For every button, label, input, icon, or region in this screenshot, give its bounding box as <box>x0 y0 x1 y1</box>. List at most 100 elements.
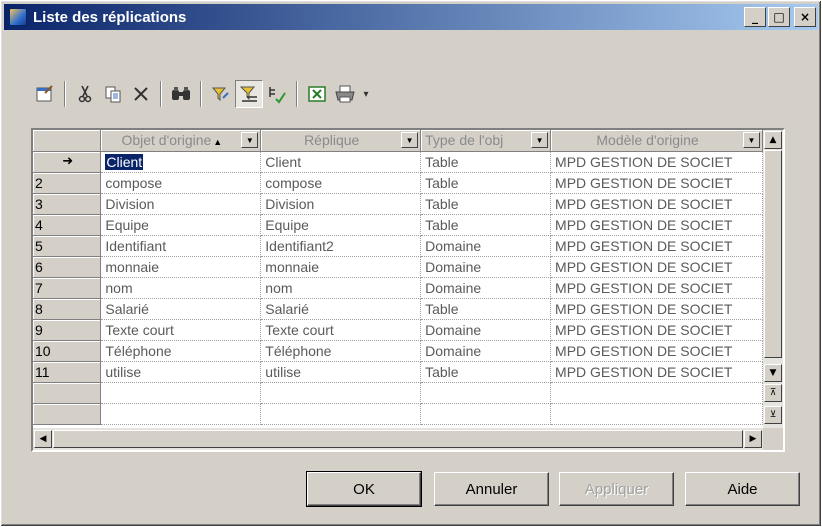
cell-type[interactable]: Table <box>420 193 552 215</box>
scroll-page-down-icon[interactable]: ⊻ <box>764 406 782 424</box>
cell-type[interactable]: Domaine <box>420 319 552 341</box>
horizontal-scroll-thumb[interactable] <box>53 430 743 448</box>
table-row[interactable]: 10 Téléphone Téléphone Domaine MPD GESTI… <box>33 340 763 362</box>
row-number[interactable]: 5 <box>33 235 102 257</box>
column-header-replique[interactable]: Réplique ▼ <box>260 130 422 152</box>
empty-cell[interactable] <box>550 382 763 404</box>
new-row[interactable] <box>33 403 763 425</box>
row-number[interactable] <box>33 403 102 425</box>
row-number[interactable]: 3 <box>33 193 102 215</box>
cancel-button[interactable]: Annuler <box>434 472 549 506</box>
find-icon[interactable] <box>167 80 195 108</box>
cell-objet-origine[interactable]: utilise <box>100 361 262 383</box>
cell-type[interactable]: Table <box>420 151 552 173</box>
row-number[interactable]: 2 <box>33 172 102 194</box>
delete-icon[interactable] <box>127 80 155 108</box>
row-number[interactable]: 8 <box>33 298 102 320</box>
cell-type[interactable]: Table <box>420 298 552 320</box>
row-number[interactable]: 4 <box>33 214 102 236</box>
new-row[interactable] <box>33 382 763 404</box>
cell-modele-origine[interactable]: MPD GESTION DE SOCIET <box>550 235 763 257</box>
cell-replique[interactable]: Equipe <box>260 214 422 236</box>
cell-type[interactable]: Table <box>420 214 552 236</box>
column-header-objet-origine[interactable]: Objet d'origine ▲ ▼ <box>100 130 262 152</box>
empty-cell[interactable] <box>420 382 552 404</box>
row-number[interactable]: 11 <box>33 361 102 383</box>
cell-replique[interactable]: Texte court <box>260 319 422 341</box>
cell-replique[interactable]: nom <box>260 277 422 299</box>
cut-icon[interactable] <box>71 80 99 108</box>
cell-objet-origine[interactable]: Equipe <box>100 214 262 236</box>
row-number[interactable]: 6 <box>33 256 102 278</box>
scroll-left-arrow-icon[interactable]: ◀ <box>34 430 52 448</box>
column-filter-dropdown-icon[interactable]: ▼ <box>241 132 259 148</box>
table-row[interactable]: 3 Division Division Table MPD GESTION DE… <box>33 193 763 215</box>
horizontal-scrollbar[interactable]: ◀ ▶ <box>33 428 763 450</box>
copy-icon[interactable] <box>99 80 127 108</box>
cell-objet-origine[interactable]: Texte court <box>100 319 262 341</box>
cell-replique[interactable]: Téléphone <box>260 340 422 362</box>
table-row[interactable]: 4 Equipe Equipe Table MPD GESTION DE SOC… <box>33 214 763 236</box>
current-row-arrow-icon[interactable]: ➜ <box>33 151 102 173</box>
column-filter-dropdown-icon[interactable]: ▼ <box>531 132 549 148</box>
table-row[interactable]: 8 Salarié Salarié Table MPD GESTION DE S… <box>33 298 763 320</box>
column-header-modele-origine[interactable]: Modèle d'origine ▼ <box>550 130 763 152</box>
cell-objet-origine[interactable]: compose <box>100 172 262 194</box>
cell-modele-origine[interactable]: MPD GESTION DE SOCIET <box>550 256 763 278</box>
row-number[interactable]: 9 <box>33 319 102 341</box>
vertical-scrollbar[interactable]: ▲ ▼ ⊼ ⊻ <box>763 130 783 428</box>
help-button[interactable]: Aide <box>685 472 800 506</box>
cell-modele-origine[interactable]: MPD GESTION DE SOCIET <box>550 214 763 236</box>
column-filter-dropdown-icon[interactable]: ▼ <box>743 132 760 148</box>
cell-replique[interactable]: monnaie <box>260 256 422 278</box>
table-row[interactable]: 6 monnaie monnaie Domaine MPD GESTION DE… <box>33 256 763 278</box>
scroll-up-arrow-icon[interactable]: ▲ <box>764 131 782 149</box>
minimize-button[interactable]: _ <box>744 7 766 27</box>
table-row[interactable]: 9 Texte court Texte court Domaine MPD GE… <box>33 319 763 341</box>
cell-modele-origine[interactable]: MPD GESTION DE SOCIET <box>550 277 763 299</box>
row-number[interactable]: 10 <box>33 340 102 362</box>
row-number[interactable]: 7 <box>33 277 102 299</box>
table-row[interactable]: 11 utilise utilise Table MPD GESTION DE … <box>33 361 763 383</box>
ok-button[interactable]: OK <box>306 471 422 507</box>
customize-columns-icon[interactable] <box>263 80 291 108</box>
cell-replique[interactable]: Division <box>260 193 422 215</box>
cell-modele-origine[interactable]: MPD GESTION DE SOCIET <box>550 319 763 341</box>
cell-replique[interactable]: utilise <box>260 361 422 383</box>
cell-modele-origine[interactable]: MPD GESTION DE SOCIET <box>550 151 763 173</box>
cell-replique[interactable]: Client <box>260 151 422 173</box>
scroll-down-arrow-icon[interactable]: ▼ <box>764 364 782 382</box>
vertical-scroll-thumb[interactable] <box>764 150 782 358</box>
excel-export-icon[interactable] <box>303 80 331 108</box>
cell-objet-origine[interactable]: nom <box>100 277 262 299</box>
column-header-type[interactable]: Type de l'obj ▼ <box>420 130 552 152</box>
cell-type[interactable]: Table <box>420 172 552 194</box>
column-filter-dropdown-icon[interactable]: ▼ <box>401 132 419 148</box>
cell-type[interactable]: Table <box>420 361 552 383</box>
title-bar[interactable]: Liste des réplications _ □ × <box>4 4 818 30</box>
table-row[interactable]: 2 compose compose Table MPD GESTION DE S… <box>33 172 763 194</box>
cell-type[interactable]: Domaine <box>420 340 552 362</box>
empty-cell[interactable] <box>260 382 422 404</box>
cell-type[interactable]: Domaine <box>420 277 552 299</box>
cell-objet-origine[interactable]: Client <box>100 151 262 173</box>
filter-icon[interactable] <box>207 80 235 108</box>
cell-type[interactable]: Domaine <box>420 256 552 278</box>
cell-replique[interactable]: Identifiant2 <box>260 235 422 257</box>
cell-objet-origine[interactable]: monnaie <box>100 256 262 278</box>
scroll-page-up-icon[interactable]: ⊼ <box>764 384 782 402</box>
cell-replique[interactable]: Salarié <box>260 298 422 320</box>
cell-objet-origine[interactable]: Division <box>100 193 262 215</box>
cell-value[interactable]: Client <box>105 153 144 170</box>
cell-modele-origine[interactable]: MPD GESTION DE SOCIET <box>550 361 763 383</box>
dropdown-arrow-icon[interactable]: ▾ <box>359 80 373 108</box>
properties-icon[interactable] <box>31 80 59 108</box>
cell-modele-origine[interactable]: MPD GESTION DE SOCIET <box>550 298 763 320</box>
empty-cell[interactable] <box>100 382 262 404</box>
cell-objet-origine[interactable]: Téléphone <box>100 340 262 362</box>
filter-active-icon[interactable] <box>235 80 263 108</box>
cell-modele-origine[interactable]: MPD GESTION DE SOCIET <box>550 193 763 215</box>
empty-cell[interactable] <box>100 403 262 425</box>
row-number[interactable] <box>33 382 102 404</box>
empty-cell[interactable] <box>420 403 552 425</box>
